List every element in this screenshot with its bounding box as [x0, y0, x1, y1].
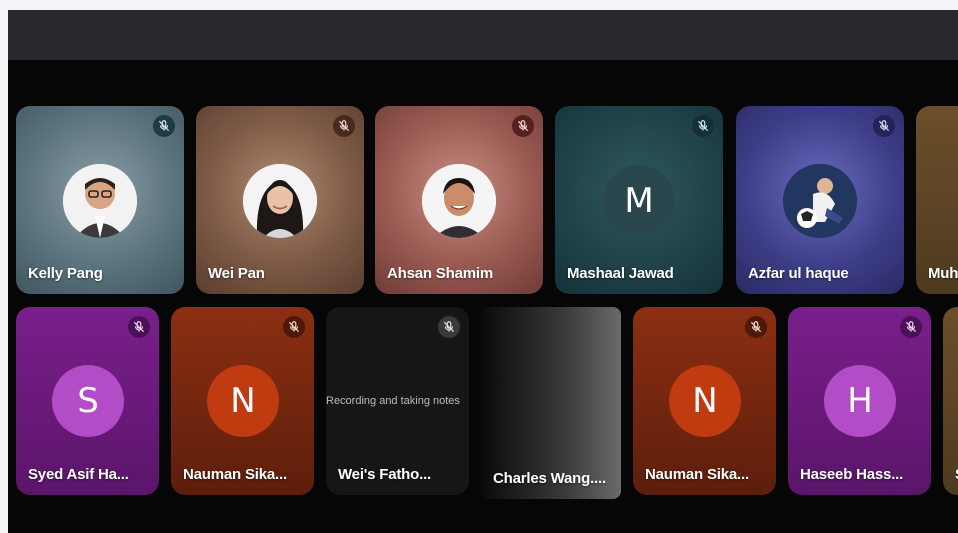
top-bar: [8, 10, 958, 60]
participant-tile-partial[interactable]: S: [943, 307, 958, 495]
screen-status-text: Recording and taking notes: [326, 395, 460, 407]
mic-off-icon: [333, 115, 355, 137]
participant-name: Ahsan Shamim: [387, 265, 493, 282]
participant-tile-fathom[interactable]: Recording and taking notes Wei's Fatho..…: [326, 307, 469, 495]
mic-off-icon: [873, 115, 895, 137]
avatar-photo: [243, 164, 317, 238]
participant-name: Wei Pan: [208, 265, 265, 282]
participant-name: Muh: [928, 265, 958, 282]
participant-tile-ahsan[interactable]: Ahsan Shamim: [375, 106, 543, 294]
participant-name: Charles Wang....: [493, 470, 606, 487]
avatar-initial: S: [52, 365, 124, 437]
participant-tile-mashaal[interactable]: M Mashaal Jawad: [555, 106, 723, 294]
participant-tile-azfar[interactable]: Azfar ul haque: [736, 106, 904, 294]
participant-tile-kelly[interactable]: Kelly Pang: [16, 106, 184, 294]
avatar-initial: N: [207, 365, 279, 437]
meeting-window: Kelly Pang Wei Pan Ahsan Shamim M Mashaa…: [8, 10, 958, 533]
participant-name: Kelly Pang: [28, 265, 103, 282]
mic-off-icon: [153, 115, 175, 137]
participant-name: Nauman Sika...: [645, 466, 749, 483]
participant-tile-charles[interactable]: Charles Wang....: [481, 307, 621, 499]
participant-tile-nauman-1[interactable]: N Nauman Sika...: [171, 307, 314, 495]
mic-off-icon: [692, 115, 714, 137]
participant-name: Syed Asif Ha...: [28, 466, 129, 483]
participant-name: Wei's Fatho...: [338, 466, 432, 483]
mic-off-icon: [512, 115, 534, 137]
mic-off-icon: [745, 316, 767, 338]
avatar-photo: [63, 164, 137, 238]
participant-name: Nauman Sika...: [183, 466, 287, 483]
participant-tile-syed[interactable]: S Syed Asif Ha...: [16, 307, 159, 495]
avatar-photo: [783, 164, 857, 238]
mic-off-icon: [283, 316, 305, 338]
avatar-initial: N: [669, 365, 741, 437]
avatar-photo: [422, 164, 496, 238]
avatar-initial: M: [603, 165, 675, 237]
mic-off-icon: [438, 316, 460, 338]
mic-off-icon: [128, 316, 150, 338]
participant-tile-nauman-2[interactable]: N Nauman Sika...: [633, 307, 776, 495]
participant-tile-haseeb[interactable]: H Haseeb Hass...: [788, 307, 931, 495]
participant-tile-wei[interactable]: Wei Pan: [196, 106, 364, 294]
participant-tile-muh[interactable]: Muh: [916, 106, 958, 294]
avatar-initial: H: [824, 365, 896, 437]
participant-name: Mashaal Jawad: [567, 265, 674, 282]
participant-name: Azfar ul haque: [748, 265, 849, 282]
mic-off-icon: [900, 316, 922, 338]
participant-name: Haseeb Hass...: [800, 466, 904, 483]
